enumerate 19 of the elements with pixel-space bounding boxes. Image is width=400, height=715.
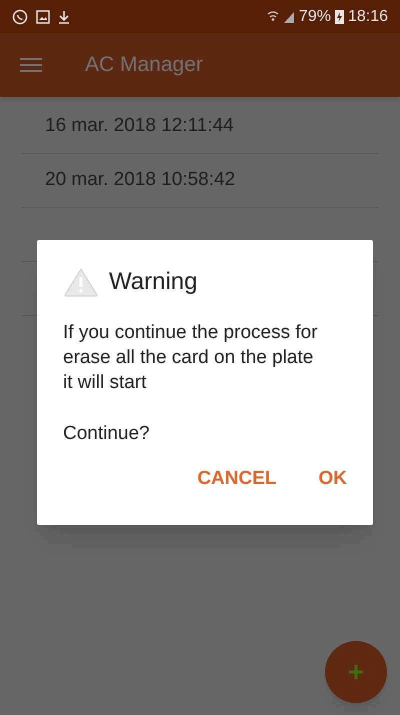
battery-charging-icon (334, 9, 344, 24)
download-icon (58, 10, 70, 24)
dialog-title: Warning (109, 267, 198, 297)
signal-icon (282, 10, 295, 24)
image-icon (36, 10, 50, 24)
clock-time: 18:16 (348, 6, 388, 26)
dialog-button[interactable]: OK (304, 456, 361, 501)
dialog-question: Continue? (63, 422, 151, 446)
chat-icon (12, 8, 28, 24)
dialog-button[interactable]: CANCEL (183, 456, 290, 501)
list-item[interactable]: 20 mar. 2018 10:58:42 (45, 166, 236, 195)
list-item[interactable]: 16 mar. 2018 12:11:44 (45, 112, 234, 141)
wifi-icon (266, 10, 279, 24)
warning-icon (63, 267, 99, 297)
menu-icon[interactable] (20, 57, 42, 73)
dialog-message: If you continue the process for erase all the card on the plate it will start (63, 321, 319, 395)
app-title: AC Manager (85, 52, 203, 78)
plus-icon (349, 665, 363, 679)
battery-percent: 79% (298, 6, 331, 26)
